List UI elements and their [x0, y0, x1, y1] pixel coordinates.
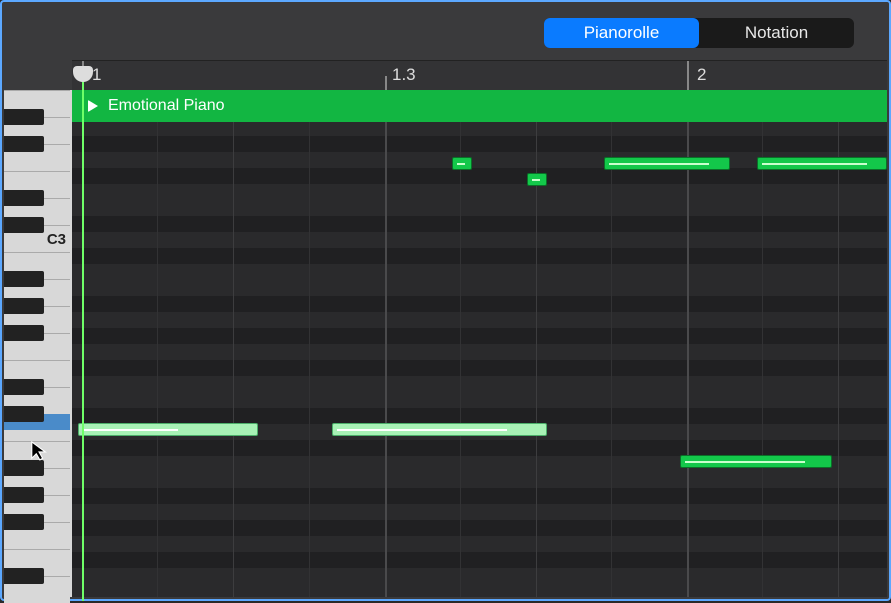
tab-pianoroll[interactable]: Pianorolle — [544, 18, 699, 48]
playhead[interactable] — [82, 74, 84, 601]
region-title: Emotional Piano — [108, 97, 225, 115]
midi-note[interactable] — [604, 157, 730, 170]
editor-frame: Pianorolle Notation 1 1.3 2 Emotional Pi… — [0, 0, 891, 601]
grid-row — [72, 440, 887, 456]
ruler-label: 1 — [92, 65, 101, 85]
timeline-ruler[interactable]: 1 1.3 2 — [72, 60, 887, 90]
grid-row — [72, 408, 887, 424]
tab-notation[interactable]: Notation — [699, 18, 854, 48]
grid-col — [611, 122, 612, 597]
ruler-label: 2 — [697, 65, 706, 85]
black-key[interactable] — [4, 109, 44, 125]
grid-row — [72, 248, 887, 264]
grid-col — [460, 122, 461, 597]
grid-col — [687, 122, 689, 597]
grid-col — [309, 122, 310, 597]
black-key[interactable] — [4, 514, 44, 530]
midi-note[interactable] — [680, 455, 832, 468]
black-key[interactable] — [4, 568, 44, 584]
play-icon — [88, 100, 98, 112]
black-key[interactable] — [4, 298, 44, 314]
grid-row — [72, 168, 887, 184]
midi-note-selected[interactable] — [78, 423, 258, 436]
grid-row — [72, 296, 887, 312]
black-key[interactable] — [4, 190, 44, 206]
ruler-tick — [385, 76, 387, 91]
grid-col — [536, 122, 537, 597]
piano-keyboard[interactable]: C3 C2 — [4, 90, 72, 597]
grid-row — [72, 136, 887, 152]
region-header[interactable]: Emotional Piano — [72, 90, 887, 122]
black-key[interactable] — [4, 406, 44, 422]
topbar: Pianorolle Notation — [4, 4, 887, 60]
grid-col — [233, 122, 234, 597]
view-segmented-control: Pianorolle Notation — [544, 18, 854, 48]
black-key[interactable] — [4, 460, 44, 476]
grid-row — [72, 328, 887, 344]
ruler-tick — [687, 61, 689, 91]
grid-col — [838, 122, 839, 597]
grid-row — [72, 216, 887, 232]
grid-row — [72, 360, 887, 376]
midi-note[interactable] — [757, 157, 887, 170]
grid-col — [385, 122, 387, 597]
grid-row — [72, 488, 887, 504]
key-label-c3: C3 — [47, 231, 66, 248]
midi-note-selected[interactable] — [332, 423, 547, 436]
black-key[interactable] — [4, 217, 44, 233]
grid-row — [72, 552, 887, 568]
grid-row — [72, 520, 887, 536]
note-grid[interactable] — [72, 122, 887, 597]
black-key[interactable] — [4, 379, 44, 395]
midi-note[interactable] — [452, 157, 472, 170]
grid-col — [157, 122, 158, 597]
black-key[interactable] — [4, 271, 44, 287]
grid-col — [762, 122, 763, 597]
black-key[interactable] — [4, 325, 44, 341]
black-key[interactable] — [4, 487, 44, 503]
midi-note[interactable] — [527, 173, 547, 186]
cursor-icon — [30, 440, 48, 462]
black-key[interactable] — [4, 136, 44, 152]
ruler-label: 1.3 — [392, 65, 416, 85]
